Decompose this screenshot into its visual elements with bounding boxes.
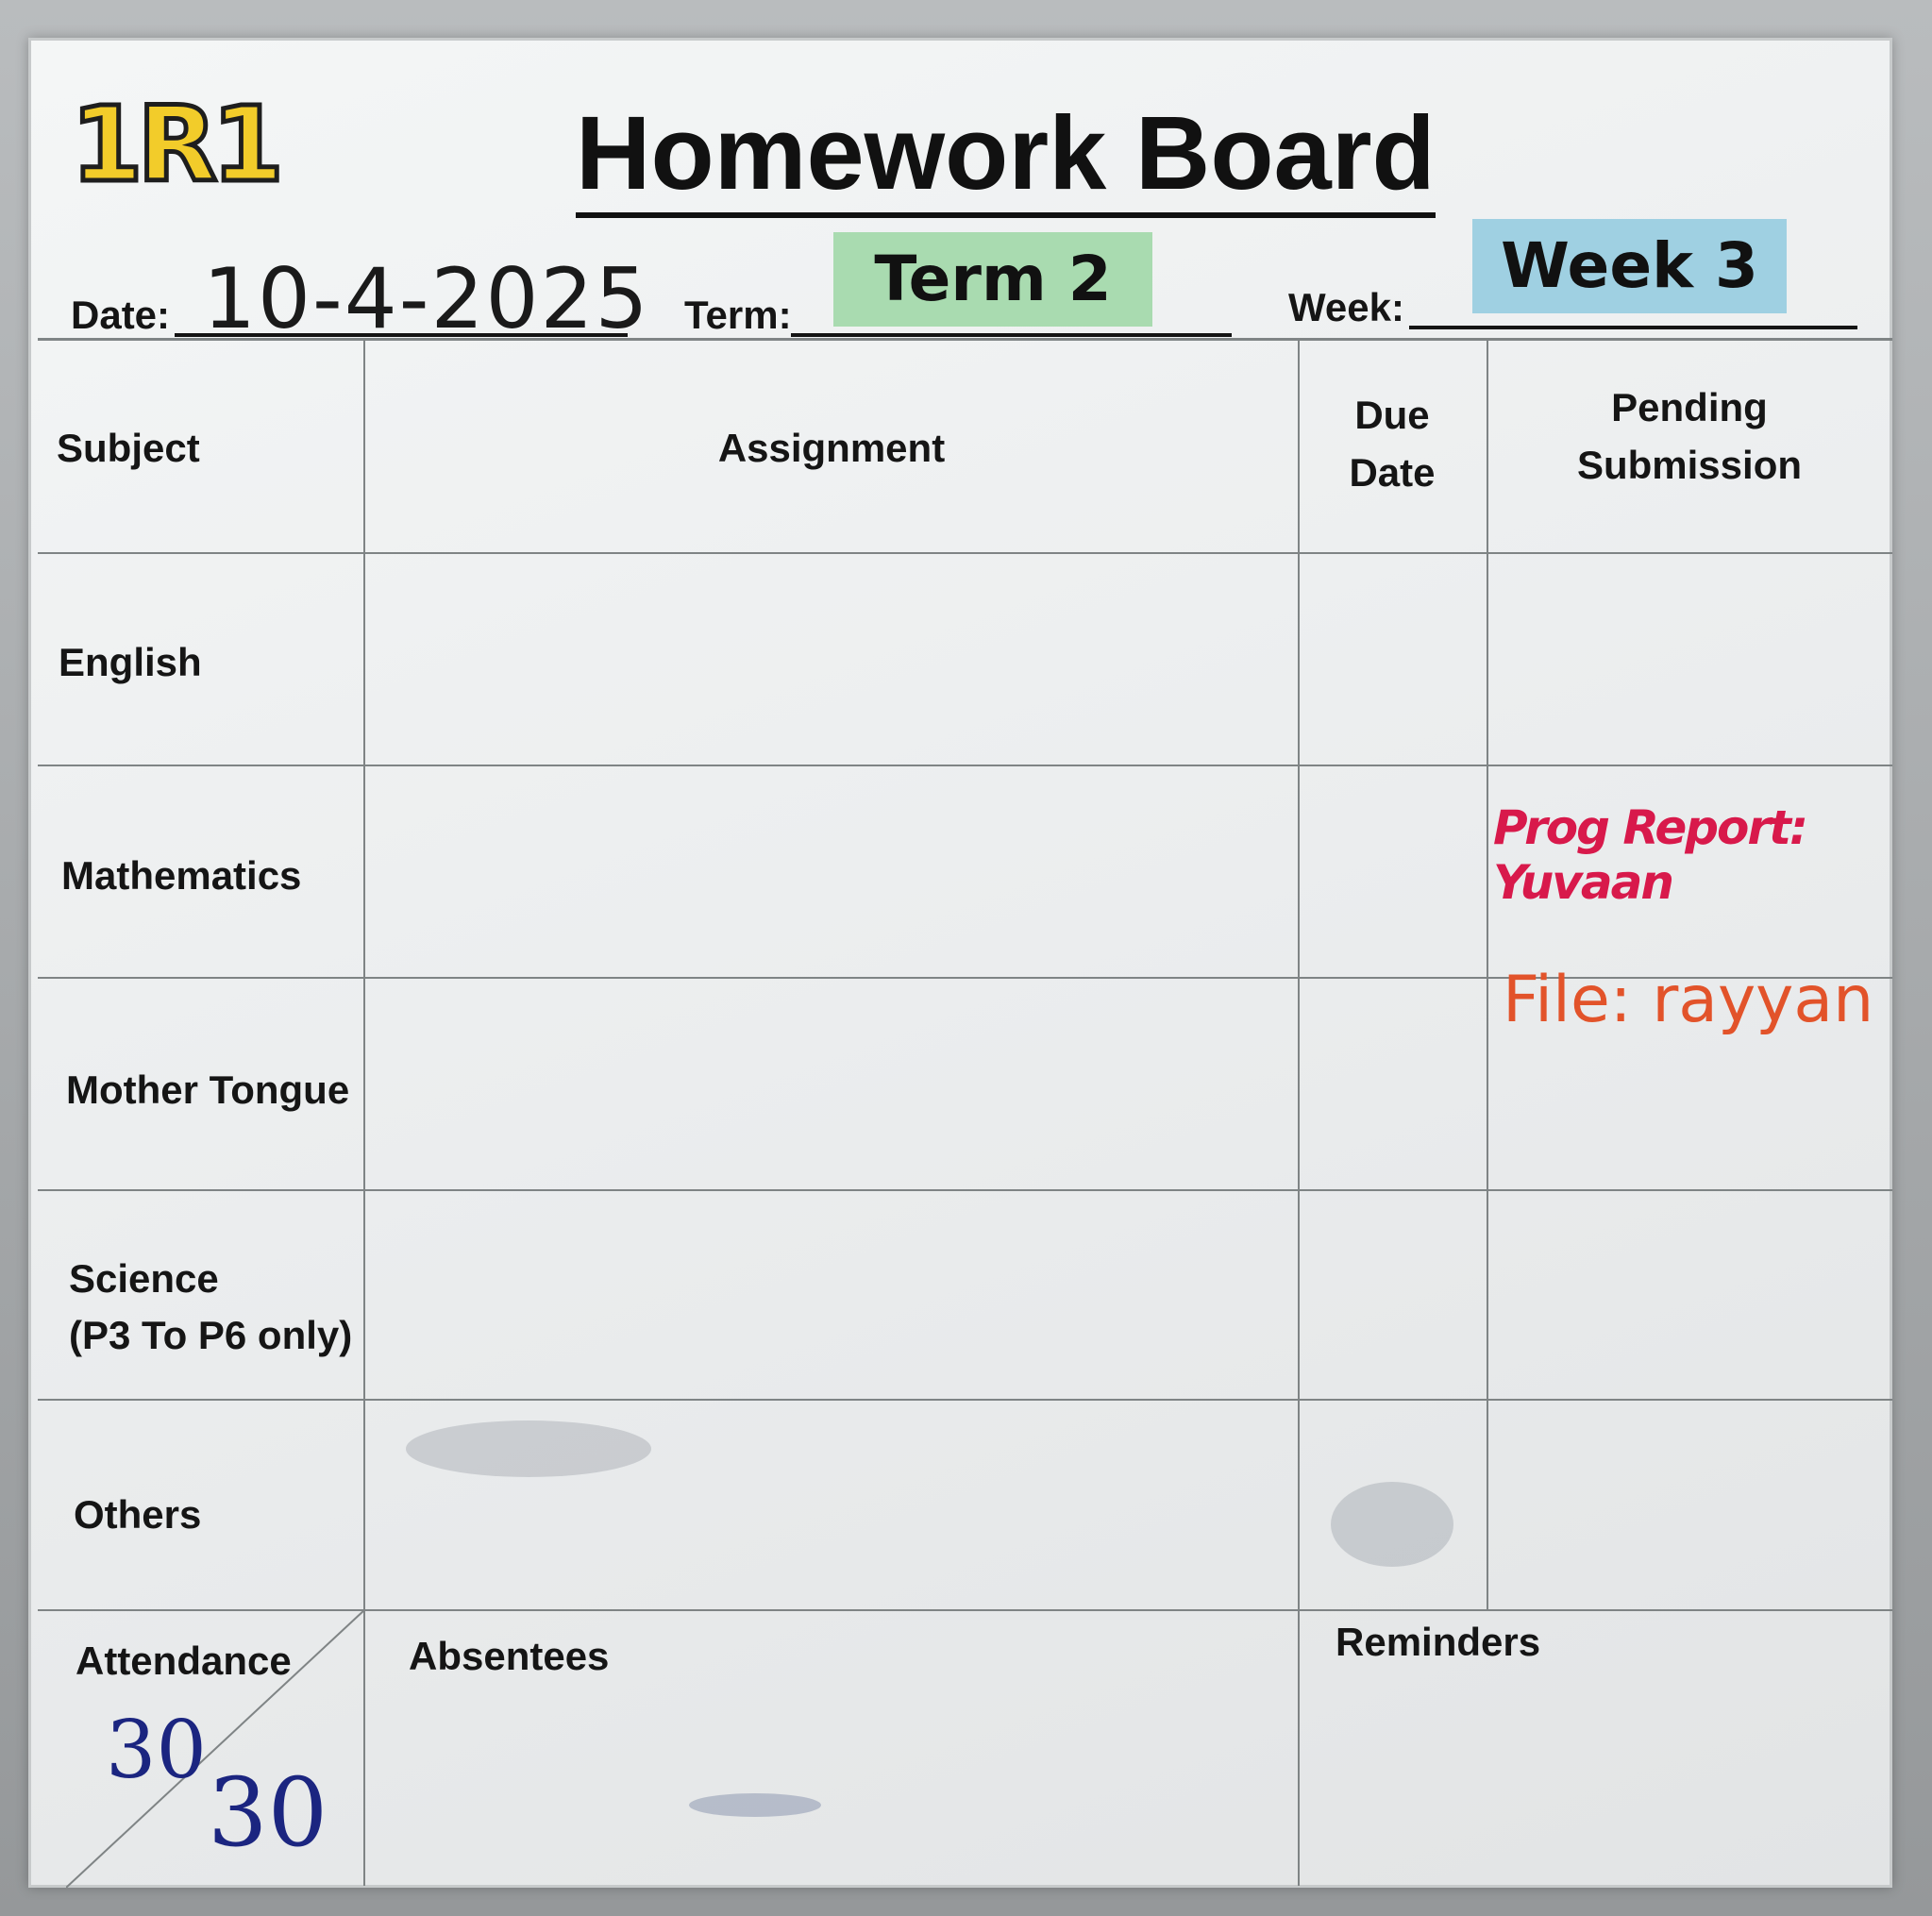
term-label: Term: [684, 293, 792, 337]
grid-line-h1 [38, 552, 1892, 554]
absentees-label: Absentees [409, 1634, 610, 1678]
term-underline [791, 333, 1232, 337]
attendance-present: 30 [106, 1704, 207, 1796]
grid-line-h4 [38, 1189, 1892, 1191]
subject-mother-tongue: Mother Tongue [66, 1067, 350, 1112]
board-title: Homework Board [576, 96, 1436, 218]
pending-mathematics: Prog Report: Yuvaan [1493, 800, 1808, 910]
subject-science-note: (P3 To P6 only) [69, 1313, 353, 1357]
header-subject: Subject [57, 426, 200, 470]
smudge-mark [1331, 1482, 1453, 1567]
week-label: Week: [1288, 285, 1404, 329]
grid-line-v3 [1487, 338, 1488, 1609]
attendance-total: 30 [208, 1757, 328, 1868]
reminders-label: Reminders [1336, 1620, 1541, 1664]
date-label: Date: [71, 293, 171, 337]
subject-mathematics: Mathematics [61, 853, 302, 898]
header-due-date: Due Date [1349, 393, 1436, 495]
grid-line-h5 [38, 1399, 1892, 1401]
header-pending-submission: Pending Submission [1576, 385, 1803, 487]
smudge-mark [689, 1793, 821, 1817]
grid-line-h2 [38, 765, 1892, 766]
pending-mother-tongue: File: rayyan [1503, 963, 1874, 1037]
attendance-label: Attendance [76, 1639, 292, 1683]
grid-line-v2 [1298, 338, 1300, 1886]
header-assignment: Assignment [717, 426, 946, 470]
date-value: 10-4-2025 [203, 250, 650, 347]
subject-others: Others [74, 1492, 202, 1537]
week-underline [1409, 326, 1857, 329]
subject-science: Science [69, 1256, 219, 1301]
subject-english: English [59, 640, 202, 684]
class-logo: 1R1 [69, 84, 287, 205]
whiteboard: 1R1 Homework Board Date: 10-4-2025 Term:… [28, 38, 1892, 1888]
grid-line-top [38, 338, 1892, 341]
smudge-mark [406, 1420, 651, 1477]
term-tag: Term 2 [833, 232, 1152, 327]
week-tag: Week 3 [1472, 219, 1787, 313]
